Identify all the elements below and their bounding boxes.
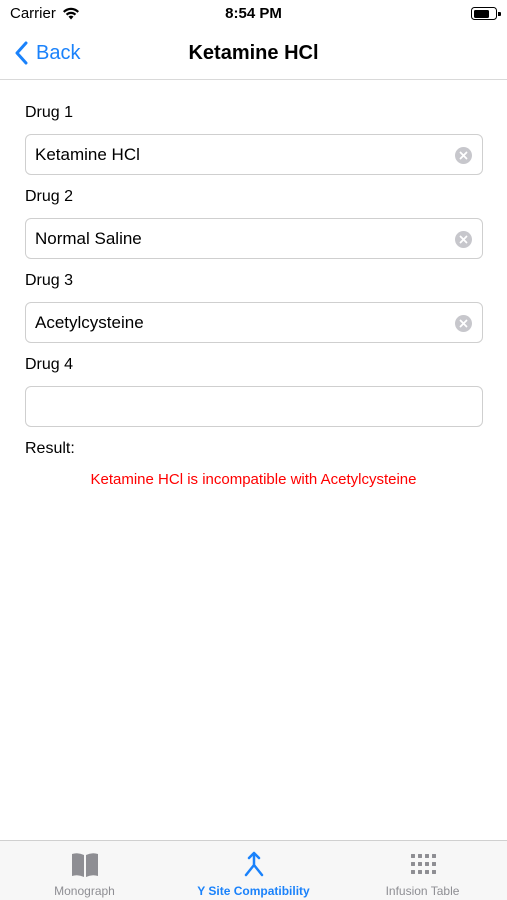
result-label: Result:	[25, 440, 75, 457]
tab-y-site-compatibility[interactable]: Y Site Compatibility	[169, 841, 338, 900]
battery-icon	[471, 7, 501, 20]
status-time: 8:54 PM	[225, 5, 282, 22]
drug-2-label: Drug 2	[25, 188, 74, 205]
drug-1-label: Drug 1	[25, 104, 74, 121]
tab-monograph-label: Monograph	[54, 884, 115, 898]
drug-3-field[interactable]: Acetylcysteine	[25, 302, 483, 343]
drug-3-label: Drug 3	[25, 272, 74, 289]
clear-drug-1-icon[interactable]	[455, 147, 472, 164]
page-title: Ketamine HCl	[188, 42, 319, 64]
tab-infusion-table-label: Infusion Table	[385, 884, 460, 898]
result-message: Ketamine HCl is incompatible with Acetyl…	[90, 471, 417, 488]
clear-drug-2-icon[interactable]	[455, 231, 472, 248]
navigation-bar: Back Ketamine HCl	[0, 30, 507, 80]
tab-infusion-table[interactable]: Infusion Table	[338, 841, 507, 900]
battery-level	[473, 9, 489, 18]
drug-2-field[interactable]: Normal Saline	[25, 218, 483, 259]
clear-drug-3-icon[interactable]	[455, 315, 472, 332]
battery-cap	[498, 11, 501, 16]
drug-2-value: Normal Saline	[35, 229, 142, 248]
drug-1-value: Ketamine HCl	[35, 145, 140, 164]
tab-bar: Monograph Y Site Compatibility Infusion …	[0, 840, 507, 900]
grid-icon	[410, 854, 436, 874]
drug-1-field[interactable]: Ketamine HCl	[25, 134, 483, 175]
merge-arrow-icon	[244, 851, 263, 877]
status-bar: Carrier 8:54 PM	[0, 0, 507, 30]
book-icon	[71, 853, 98, 877]
drug-4-label: Drug 4	[25, 356, 74, 373]
tab-monograph[interactable]: Monograph	[0, 841, 169, 900]
drug-4-field[interactable]	[25, 386, 483, 427]
drug-3-value: Acetylcysteine	[35, 313, 144, 332]
tab-y-site-compatibility-label: Y Site Compatibility	[197, 884, 310, 898]
